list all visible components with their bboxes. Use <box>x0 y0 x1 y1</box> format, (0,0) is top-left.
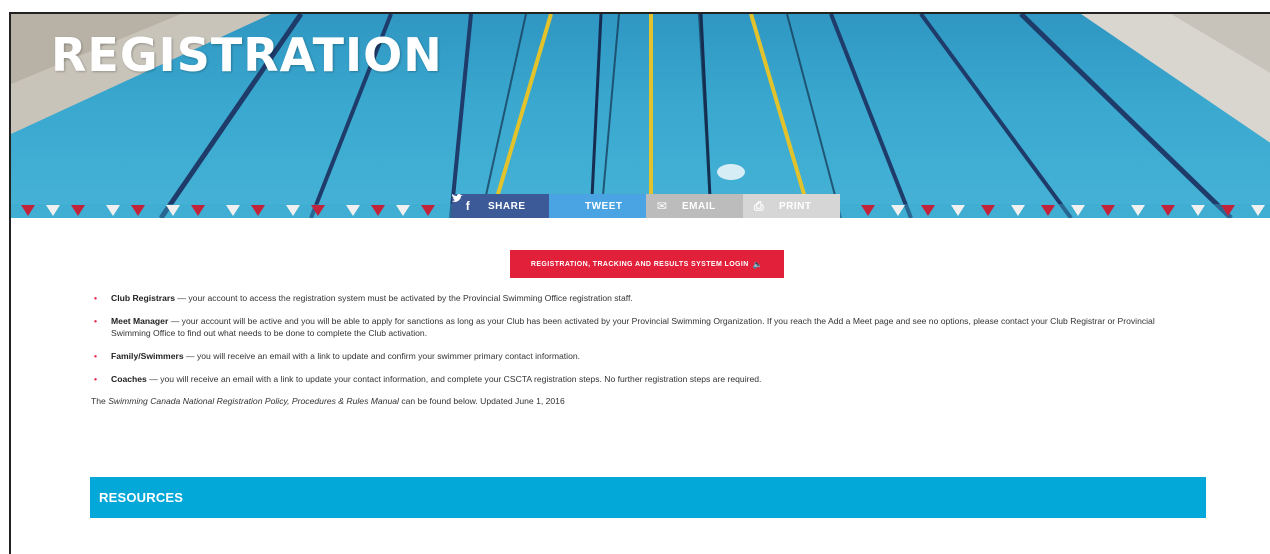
list-item-text: — your account to access the registratio… <box>175 293 633 303</box>
facebook-share-button[interactable]: f SHARE <box>452 194 549 218</box>
print-button[interactable]: ⎙ PRINT <box>743 194 840 218</box>
share-bar: f SHARE TWEET ✉ EMAIL ⎙ PRINT <box>452 194 840 218</box>
bullet-list: • Club Registrars — your account to acce… <box>91 292 1191 385</box>
twitter-icon <box>452 194 571 212</box>
speaker-icon: 🔈 <box>752 259 764 269</box>
twitter-share-button[interactable]: TWEET <box>452 194 646 218</box>
list-item: • Meet Manager — your account will be ac… <box>91 315 1191 339</box>
policy-prefix: The <box>91 396 109 406</box>
list-item-text: — your account will be active and you wi… <box>111 316 1155 338</box>
resources-header[interactable]: RESOURCES <box>90 477 1206 518</box>
bullet-icon: • <box>94 374 98 384</box>
bullet-icon: • <box>94 293 98 303</box>
list-item-text: — you will receive an email with a link … <box>183 351 581 361</box>
policy-suffix: can be found below. Updated June 1, 2016 <box>398 396 565 406</box>
print-label: PRINT <box>779 200 812 212</box>
list-item-term: Family/Swimmers <box>111 351 184 361</box>
hero-banner: REGISTRATION f SHARE TWEET ✉ EMAIL ⎙ PRI… <box>11 14 1270 218</box>
page-title: REGISTRATION <box>51 28 443 82</box>
list-item-term: Meet Manager <box>111 316 169 326</box>
list-item-term: Coaches <box>111 374 147 384</box>
policy-note: The Swimming Canada National Registratio… <box>91 395 1191 407</box>
list-item: • Family/Swimmers — you will receive an … <box>91 350 1191 362</box>
email-label: EMAIL <box>682 200 716 212</box>
bullet-icon: • <box>94 316 98 326</box>
mail-icon: ✉ <box>656 199 668 213</box>
list-item-text: — you will receive an email with a link … <box>146 374 762 384</box>
list-item: • Club Registrars — your account to acce… <box>91 292 1191 304</box>
facebook-icon: f <box>465 199 471 213</box>
registration-login-button[interactable]: REGISTRATION, TRACKING AND RESULTS SYSTE… <box>510 250 784 278</box>
list-item: • Coaches — you will receive an email wi… <box>91 373 1191 385</box>
login-button-label: REGISTRATION, TRACKING AND RESULTS SYSTE… <box>530 260 749 268</box>
list-item-term: Club Registrars <box>111 293 175 303</box>
registration-info: • Club Registrars — your account to acce… <box>91 292 1191 407</box>
bullet-icon: • <box>94 351 98 361</box>
printer-icon: ⎙ <box>753 198 765 213</box>
tweet-label: TWEET <box>585 200 623 212</box>
email-share-button[interactable]: ✉ EMAIL <box>646 194 743 218</box>
share-label: SHARE <box>488 200 526 212</box>
page-frame: REGISTRATION f SHARE TWEET ✉ EMAIL ⎙ PRI… <box>9 12 1270 554</box>
resources-label: RESOURCES <box>99 490 184 505</box>
policy-manual-title: Swimming Canada National Registration Po… <box>108 396 399 406</box>
